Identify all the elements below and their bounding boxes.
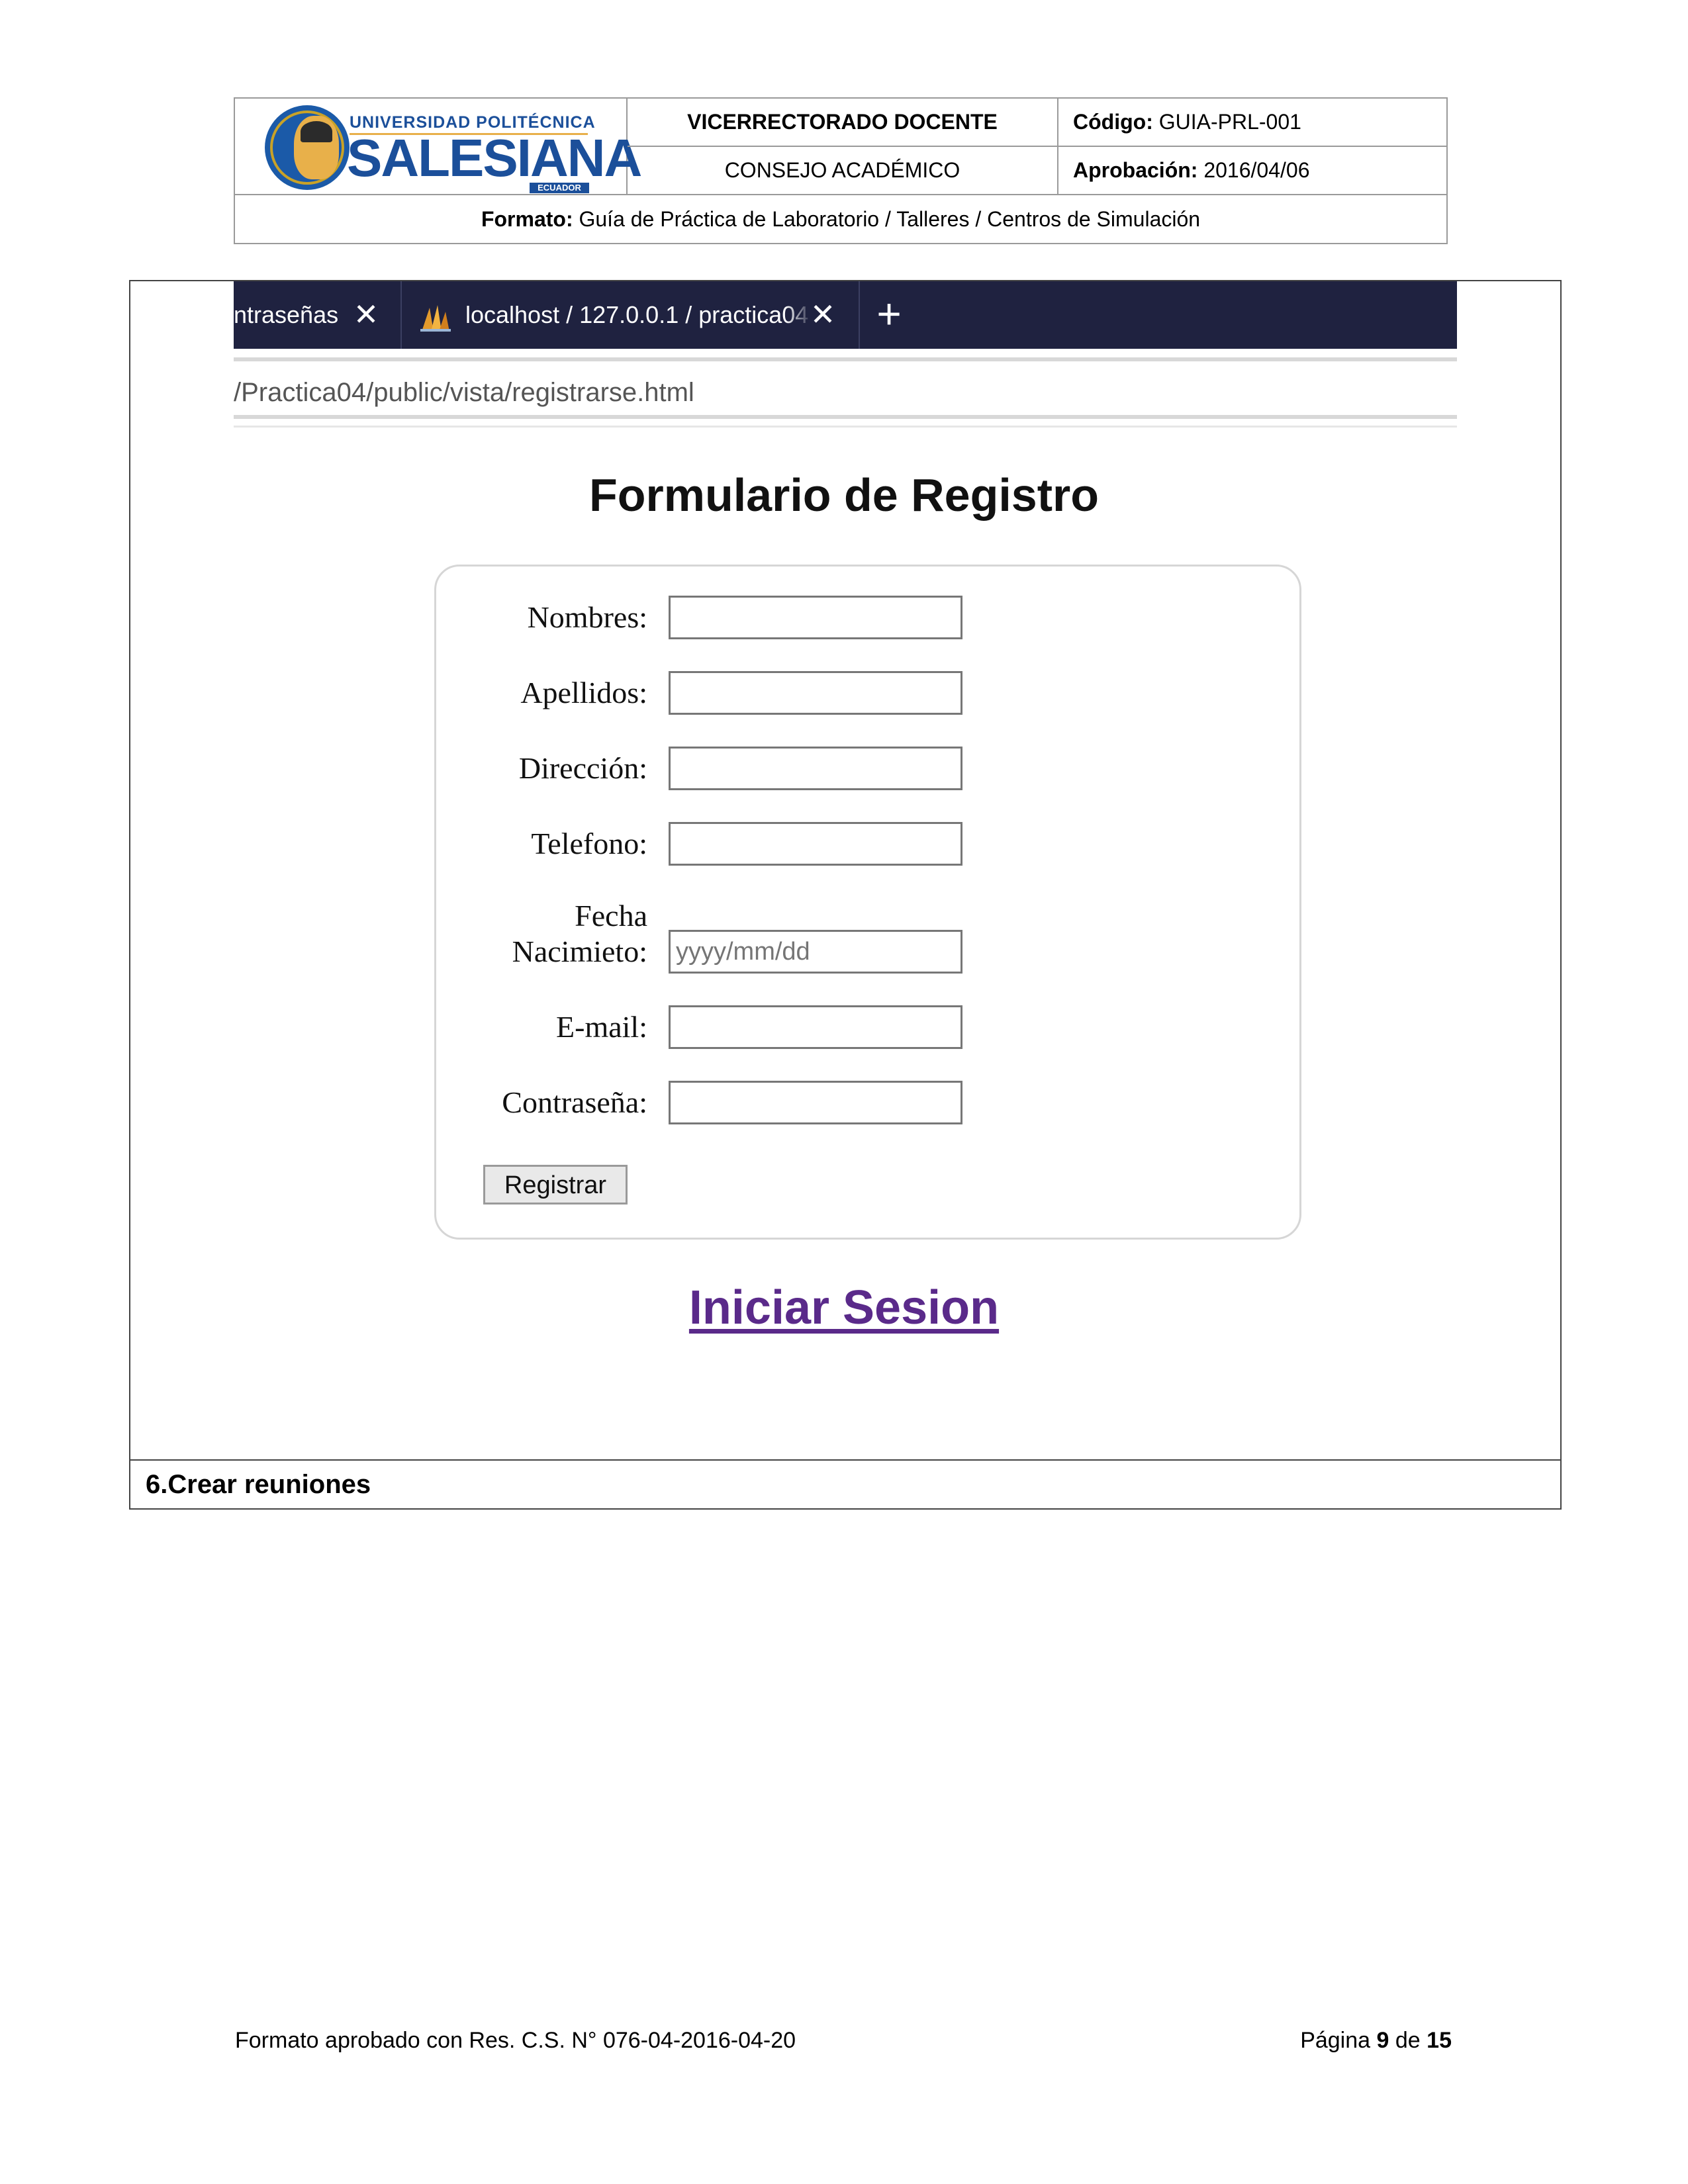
browser-tab-bar: ntraseñas ✕ localhost / 127.0.0.1 / prac… (234, 281, 1457, 349)
consejo-cell: CONSEJO ACADÉMICO (628, 147, 1058, 195)
email-label: E-mail: (556, 1010, 647, 1044)
fecha-nacimiento-input[interactable] (669, 930, 962, 974)
page-current: 9 (1376, 2028, 1389, 2053)
section-title: 6.Crear reuniones (146, 1469, 371, 1499)
nombres-input[interactable] (669, 596, 962, 639)
registrar-button[interactable]: Registrar (483, 1165, 628, 1205)
direccion-label: Dirección: (518, 751, 647, 785)
fecha-label-line2: Nacimieto: (512, 934, 647, 968)
codigo-value: GUIA-PRL-001 (1158, 110, 1301, 134)
address-bar-url[interactable]: /Practica04/public/vista/registrarse.htm… (234, 369, 694, 416)
iniciar-sesion-link[interactable]: Iniciar Sesion (0, 1281, 1688, 1335)
aprobacion-cell: Aprobación: 2016/04/06 (1058, 147, 1446, 195)
footer-format-note: Formato aprobado con Res. C.S. N° 076-04… (235, 2028, 796, 2053)
page-total: 15 (1427, 2028, 1452, 2053)
page-prefix: Página (1300, 2028, 1371, 2053)
telefono-input[interactable] (669, 822, 962, 866)
apellidos-label: Apellidos: (520, 676, 647, 709)
footer-page-number: Página 9 de 15 (1300, 2028, 1452, 2054)
apellidos-input[interactable] (669, 671, 962, 715)
aprobacion-label: Aprobación: (1073, 158, 1198, 182)
new-tab-plus-icon[interactable]: + (866, 291, 912, 337)
document-header: UNIVERSIDAD POLITÉCNICA SALESIANA ECUADO… (234, 97, 1448, 244)
telefono-label: Telefono: (531, 827, 647, 860)
aprobacion-value: 2016/04/06 (1203, 158, 1310, 182)
formato-label: Formato: (481, 206, 573, 231)
address-bar-border-bottom (234, 415, 1457, 419)
codigo-cell: Código: GUIA-PRL-001 (1058, 99, 1446, 147)
logo-main-text: SALESIANA (347, 128, 642, 187)
codigo-label: Código: (1073, 110, 1153, 134)
formato-value: Guía de Práctica de Laboratorio / Taller… (579, 206, 1201, 231)
phpmyadmin-sail-icon (420, 305, 451, 332)
tab-title: localhost / 127.0.0.1 / practica04 (465, 301, 809, 328)
tab-separator (859, 281, 860, 349)
tab-title: ntraseñas (234, 301, 339, 328)
close-icon[interactable]: ✕ (804, 296, 841, 333)
university-logo: UNIVERSIDAD POLITÉCNICA SALESIANA ECUADO… (265, 103, 642, 193)
contrasena-input[interactable] (669, 1081, 962, 1124)
founder-portrait-icon (294, 116, 339, 179)
contrasena-label: Contraseña: (502, 1085, 647, 1119)
address-bar-border-top (234, 357, 1457, 361)
nombres-label: Nombres: (527, 600, 647, 634)
logo-cell: UNIVERSIDAD POLITÉCNICA SALESIANA ECUADO… (235, 99, 642, 195)
page-of: de (1395, 2028, 1421, 2053)
registration-form-box (434, 565, 1301, 1240)
address-bar-shadow (234, 426, 1457, 428)
vicerrectorado-cell: VICERRECTORADO DOCENTE (628, 99, 1058, 147)
logo-country-text: ECUADOR (530, 183, 589, 193)
email-input[interactable] (669, 1005, 962, 1049)
fecha-label-line1: Fecha (575, 899, 647, 933)
close-icon[interactable]: ✕ (348, 296, 385, 333)
form-title: Formulario de Registro (588, 469, 1100, 521)
formato-cell: Formato: Guía de Práctica de Laboratorio… (235, 195, 1446, 243)
tab-phpmyadmin[interactable]: localhost / 127.0.0.1 / practica04 (402, 281, 859, 349)
direccion-input[interactable] (669, 747, 962, 790)
